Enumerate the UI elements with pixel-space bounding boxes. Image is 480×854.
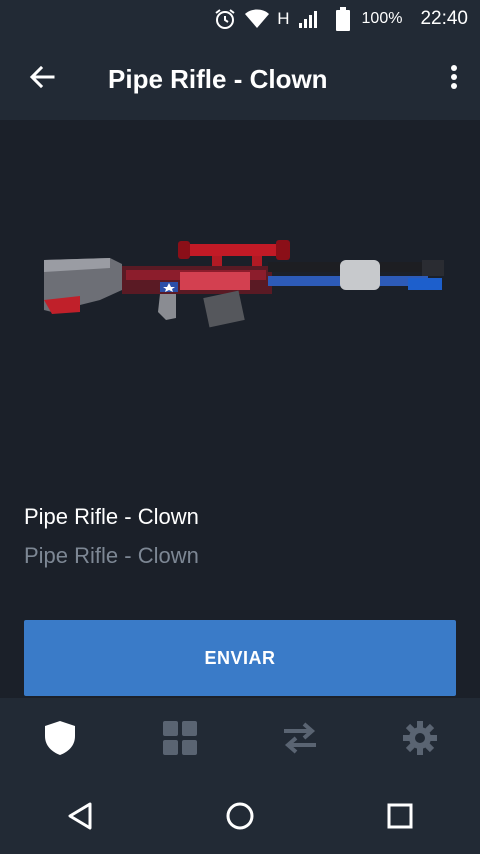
item-detail: Pipe Rifle - Clown Pipe Rifle - Clown EN…: [0, 120, 480, 698]
transfer-icon: [282, 721, 318, 759]
send-button[interactable]: ENVIAR: [24, 620, 456, 696]
page-title: Pipe Rifle - Clown: [108, 63, 328, 94]
status-bar: H 100% 22:40: [0, 0, 480, 38]
app-bar: Pipe Rifle - Clown: [0, 38, 480, 120]
more-vert-icon: [450, 64, 458, 95]
wifi-icon: [245, 9, 270, 29]
system-nav-bar: [0, 782, 480, 854]
item-subtitle: Pipe Rifle - Clown: [24, 543, 199, 568]
circle-home-icon: [225, 801, 255, 836]
clock: 22:40: [420, 8, 468, 29]
back-button[interactable]: [0, 38, 84, 120]
shield-icon: [44, 720, 76, 761]
tab-inventory[interactable]: [0, 698, 120, 782]
overflow-menu-button[interactable]: [428, 38, 480, 120]
grid-icon: [163, 720, 197, 760]
battery-icon: [335, 7, 350, 31]
square-recents-icon: [387, 803, 413, 834]
signal-icon: [298, 9, 318, 29]
alarm-icon: [213, 7, 237, 31]
tab-trade[interactable]: [240, 698, 360, 782]
tab-items[interactable]: [120, 698, 240, 782]
network-type: H: [277, 9, 290, 28]
gear-icon: [403, 720, 437, 760]
item-name: Pipe Rifle - Clown: [24, 504, 199, 529]
bottom-tab-bar: [0, 698, 480, 782]
nav-back-button[interactable]: [40, 782, 120, 854]
triangle-back-icon: [67, 802, 93, 835]
arrow-left-icon: [29, 64, 55, 95]
tab-settings[interactable]: [360, 698, 480, 782]
weapon-image: [30, 220, 450, 350]
nav-home-button[interactable]: [200, 782, 280, 854]
nav-recents-button[interactable]: [360, 782, 440, 854]
battery-percent: 100%: [361, 10, 403, 27]
